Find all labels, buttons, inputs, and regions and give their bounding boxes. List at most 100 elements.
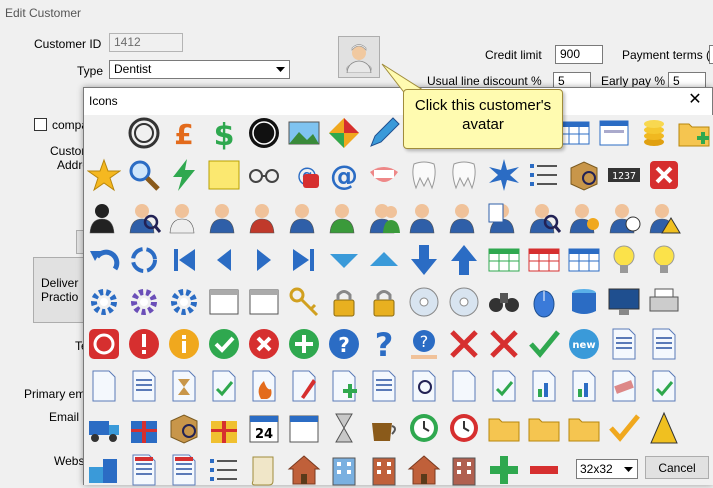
user-clock-icon[interactable] bbox=[606, 199, 642, 235]
next-icon[interactable] bbox=[246, 242, 282, 278]
arrow-up-icon[interactable] bbox=[446, 242, 482, 278]
list-box-icon[interactable] bbox=[206, 452, 242, 488]
cross-redx-icon[interactable] bbox=[486, 326, 522, 362]
help-circle-icon[interactable]: ? bbox=[326, 326, 362, 362]
burst-icon[interactable] bbox=[486, 157, 522, 193]
folder-flat-icon[interactable] bbox=[566, 410, 602, 446]
magnifier-icon[interactable] bbox=[126, 157, 162, 193]
boxes-icon[interactable] bbox=[166, 410, 202, 446]
new-badge-icon[interactable]: new bbox=[566, 326, 602, 362]
last-icon[interactable] bbox=[286, 242, 322, 278]
building-blue-icon[interactable] bbox=[326, 452, 362, 488]
printer-icon[interactable] bbox=[646, 284, 682, 320]
box-search-icon[interactable] bbox=[566, 157, 602, 193]
user-woman-icon[interactable] bbox=[246, 199, 282, 235]
refresh-icon[interactable] bbox=[126, 242, 162, 278]
coffee-icon[interactable] bbox=[366, 410, 402, 446]
minus-red-icon[interactable] bbox=[526, 452, 562, 488]
doc-list-icon[interactable] bbox=[606, 326, 642, 362]
window-corner-icon[interactable] bbox=[206, 284, 242, 320]
black-circle-icon[interactable] bbox=[246, 115, 282, 151]
folder-open-icon[interactable] bbox=[526, 410, 562, 446]
user-blue-icon[interactable] bbox=[446, 199, 482, 235]
target-icon[interactable] bbox=[126, 115, 162, 151]
user-man-icon[interactable] bbox=[206, 199, 242, 235]
doc-checklist-icon[interactable] bbox=[646, 326, 682, 362]
user-bald-icon[interactable] bbox=[286, 199, 322, 235]
first-icon[interactable] bbox=[166, 242, 202, 278]
cd-icon[interactable] bbox=[446, 284, 482, 320]
customer-id-field[interactable]: 1412 bbox=[109, 33, 183, 52]
icon-size-select[interactable]: 32x32 bbox=[576, 459, 638, 479]
dentist-icon[interactable] bbox=[166, 199, 202, 235]
gears-purple-icon[interactable] bbox=[126, 284, 162, 320]
user-search-icon[interactable] bbox=[126, 199, 162, 235]
binoculars-icon[interactable] bbox=[486, 284, 522, 320]
cross-red-icon[interactable] bbox=[446, 326, 482, 362]
star-icon[interactable] bbox=[86, 157, 122, 193]
alert-icon[interactable] bbox=[126, 326, 162, 362]
pencil-icon[interactable] bbox=[366, 115, 402, 151]
table-blue-icon[interactable] bbox=[566, 242, 602, 278]
bulb-off-icon[interactable] bbox=[606, 242, 642, 278]
doc-tick-icon[interactable] bbox=[486, 368, 522, 404]
document-cd-icon[interactable] bbox=[406, 284, 442, 320]
clock-green-icon[interactable] bbox=[406, 410, 442, 446]
lightning-icon[interactable] bbox=[166, 157, 202, 193]
window-edit-icon[interactable] bbox=[246, 284, 282, 320]
prev-icon[interactable] bbox=[206, 242, 242, 278]
glasses-icon[interactable] bbox=[246, 157, 282, 193]
monitor-icon[interactable] bbox=[606, 284, 642, 320]
wet-floor-icon[interactable] bbox=[646, 410, 682, 446]
doc-edit-icon[interactable] bbox=[286, 368, 322, 404]
checkmark-yellow-icon[interactable] bbox=[606, 410, 642, 446]
user-silhouette-icon[interactable] bbox=[86, 199, 122, 235]
hourglass-doc-icon[interactable] bbox=[166, 368, 202, 404]
documents-icon[interactable] bbox=[86, 368, 122, 404]
doc-chart-icon[interactable] bbox=[526, 368, 562, 404]
user-card-icon[interactable] bbox=[486, 199, 522, 235]
dollar-sign-icon[interactable]: $ bbox=[206, 115, 242, 151]
document-text-icon[interactable] bbox=[126, 368, 162, 404]
type-select[interactable]: Dentist bbox=[109, 60, 290, 79]
power-icon[interactable] bbox=[86, 326, 122, 362]
plus-circle-icon[interactable] bbox=[286, 326, 322, 362]
teeth-icon[interactable] bbox=[406, 157, 442, 193]
deliver-to-practice-button[interactable]: Deliver Practio bbox=[33, 257, 85, 323]
gears-blue-icon[interactable] bbox=[86, 284, 122, 320]
warehouse-icon[interactable] bbox=[406, 452, 442, 488]
table-red-icon[interactable] bbox=[526, 242, 562, 278]
table-green-icon[interactable] bbox=[486, 242, 522, 278]
truck-icon[interactable] bbox=[86, 410, 122, 446]
at-sign-icon[interactable]: @ bbox=[326, 157, 362, 193]
user-magnify-icon[interactable] bbox=[526, 199, 562, 235]
doc-eraser-icon[interactable] bbox=[606, 368, 642, 404]
calendar-icon[interactable] bbox=[286, 410, 322, 446]
users-group-icon[interactable] bbox=[366, 199, 402, 235]
color-wheel-icon[interactable] bbox=[326, 115, 362, 151]
padlock-key-icon[interactable] bbox=[326, 284, 362, 320]
user-business-icon[interactable] bbox=[406, 199, 442, 235]
form-icon[interactable] bbox=[596, 115, 632, 151]
gift-yellow-icon[interactable] bbox=[206, 410, 242, 446]
building-small-icon[interactable] bbox=[446, 452, 482, 488]
sticky-note-icon[interactable] bbox=[206, 157, 242, 193]
gift-blue-icon[interactable] bbox=[126, 410, 162, 446]
list-icon[interactable] bbox=[526, 157, 562, 193]
doc-lines-icon[interactable] bbox=[366, 368, 402, 404]
payment-terms-field[interactable] bbox=[709, 45, 713, 64]
credit-limit-field[interactable]: 900 bbox=[555, 45, 603, 64]
alarm-clock-icon[interactable] bbox=[446, 410, 482, 446]
doc-fire-icon[interactable] bbox=[246, 368, 282, 404]
triangle-down-icon[interactable] bbox=[326, 242, 362, 278]
triangle-up-icon[interactable] bbox=[366, 242, 402, 278]
cancel-button[interactable]: Cancel bbox=[645, 456, 709, 479]
undo-icon[interactable] bbox=[86, 242, 122, 278]
blocks-icon[interactable] bbox=[86, 452, 122, 488]
folder-icon[interactable] bbox=[486, 410, 522, 446]
gear-blue-icon[interactable] bbox=[166, 284, 202, 320]
mouse-icon[interactable] bbox=[526, 284, 562, 320]
folder-add-icon[interactable] bbox=[676, 115, 712, 151]
plus-green-icon[interactable] bbox=[486, 452, 522, 488]
picture-icon[interactable] bbox=[286, 115, 322, 151]
